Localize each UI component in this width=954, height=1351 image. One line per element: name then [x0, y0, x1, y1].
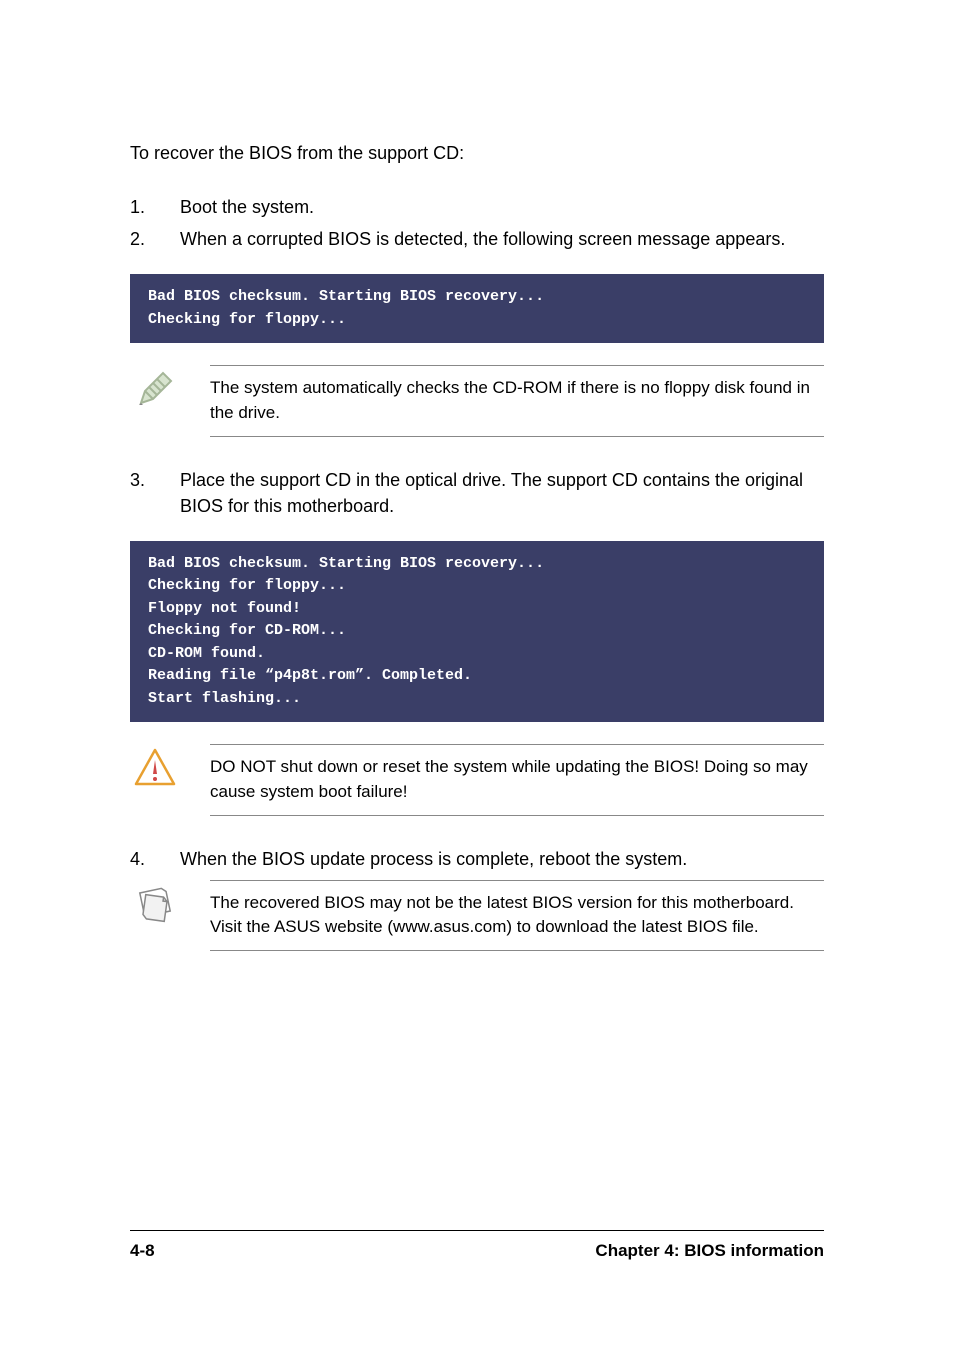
step-text: When the BIOS update process is complete… — [180, 846, 824, 872]
warning-callout: DO NOT shut down or reset the system whi… — [130, 744, 824, 815]
page-content: To recover the BIOS from the support CD:… — [130, 140, 824, 951]
warning-text: DO NOT shut down or reset the system whi… — [210, 744, 824, 815]
steps-list-continued-1: 3. Place the support CD in the optical d… — [130, 467, 824, 519]
paper-icon — [130, 880, 180, 926]
step-4: 4. When the BIOS update process is compl… — [130, 846, 824, 872]
warning-icon — [130, 744, 180, 788]
step-text: Boot the system. — [180, 194, 824, 220]
code-block-2: Bad BIOS checksum. Starting BIOS recover… — [130, 541, 824, 723]
page-footer: 4-8 Chapter 4: BIOS information — [130, 1230, 824, 1261]
note-text: The recovered BIOS may not be the latest… — [210, 880, 824, 951]
note-callout-2: The recovered BIOS may not be the latest… — [130, 880, 824, 951]
step-2: 2. When a corrupted BIOS is detected, th… — [130, 226, 824, 252]
step-number: 4. — [130, 846, 180, 872]
page-number: 4-8 — [130, 1241, 155, 1261]
step-3: 3. Place the support CD in the optical d… — [130, 467, 824, 519]
step-text: Place the support CD in the optical driv… — [180, 467, 824, 519]
steps-list: 1. Boot the system. 2. When a corrupted … — [130, 194, 824, 252]
note-callout-1: The system automatically checks the CD-R… — [130, 365, 824, 436]
step-number: 1. — [130, 194, 180, 220]
step-text: When a corrupted BIOS is detected, the f… — [180, 226, 824, 252]
intro-text: To recover the BIOS from the support CD: — [130, 140, 824, 166]
step-number: 3. — [130, 467, 180, 519]
code-block-1: Bad BIOS checksum. Starting BIOS recover… — [130, 274, 824, 343]
pencil-icon — [130, 365, 180, 409]
steps-list-continued-2: 4. When the BIOS update process is compl… — [130, 846, 824, 872]
note-text: The system automatically checks the CD-R… — [210, 365, 824, 436]
step-1: 1. Boot the system. — [130, 194, 824, 220]
chapter-title: Chapter 4: BIOS information — [595, 1241, 824, 1261]
step-number: 2. — [130, 226, 180, 252]
